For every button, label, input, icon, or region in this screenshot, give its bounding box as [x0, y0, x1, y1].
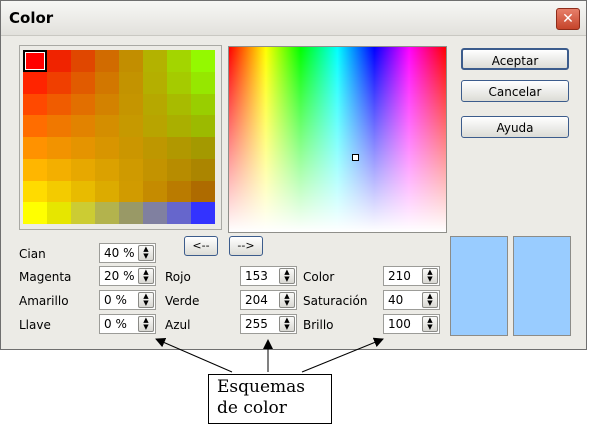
annotation-arrows	[155, 337, 384, 373]
annotation-callout: Esquemas de color	[208, 374, 332, 424]
callout-line-2: de color	[217, 398, 287, 418]
arrow-hsb	[301, 337, 384, 373]
callout-line-1: Esquemas	[217, 377, 306, 397]
arrow-cmyk	[155, 337, 233, 373]
